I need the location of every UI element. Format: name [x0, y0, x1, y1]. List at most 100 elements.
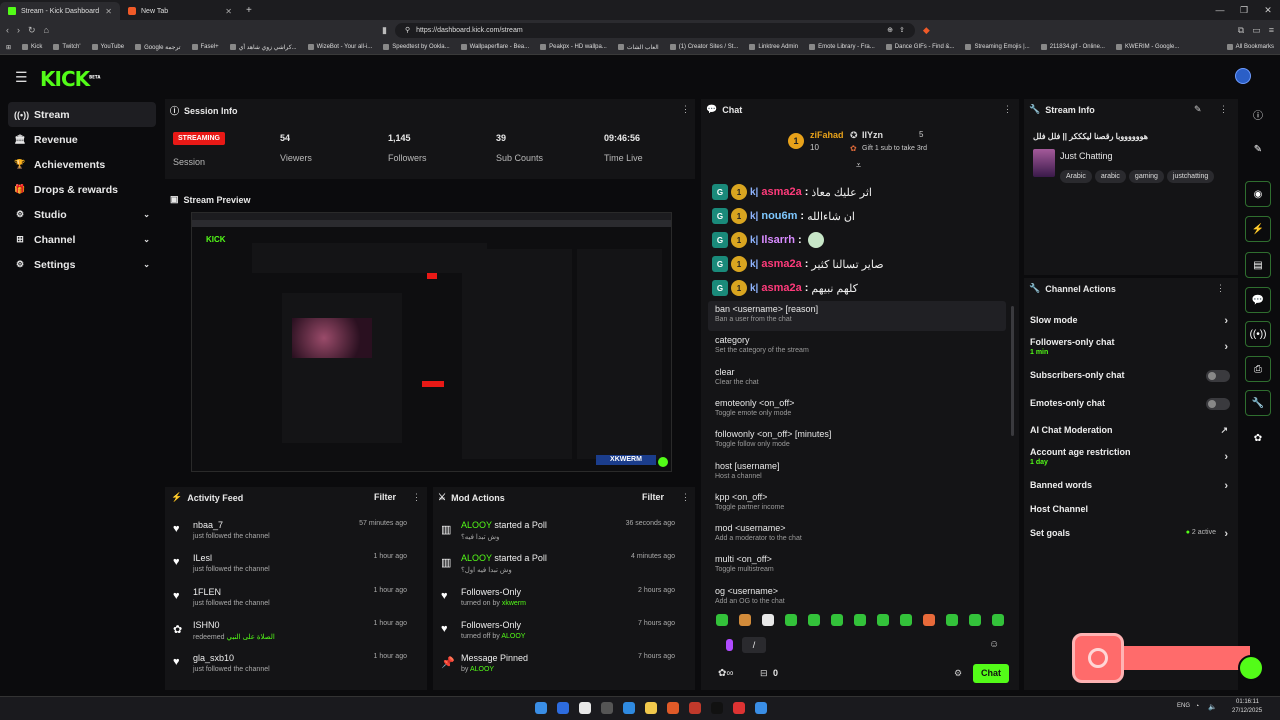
activity-username[interactable]: nbaa_7 — [193, 520, 223, 530]
obs-icon[interactable] — [711, 702, 723, 714]
chat-icon[interactable]: 💬 — [1245, 287, 1271, 313]
bookmark-item[interactable]: YouTube — [91, 44, 124, 50]
toggle-switch[interactable] — [1206, 398, 1230, 410]
channel-action-followers-only-chat[interactable]: Followers-only chat 1 min › — [1030, 337, 1230, 361]
gift-box-icon[interactable]: ⊟ — [760, 668, 768, 679]
close-tab-icon[interactable]: ✕ — [225, 7, 232, 16]
chat-message[interactable]: G 1 k| asma2a: اثر عليك معاذ — [712, 181, 872, 203]
clock-date[interactable]: 27/12/2025 — [1232, 708, 1262, 714]
sidebar-item-stream[interactable]: ((•)) Stream — [8, 102, 156, 127]
emote-shortcut[interactable] — [785, 614, 797, 626]
chat-username[interactable]: asma2a — [761, 258, 801, 270]
chat-username[interactable]: asma2a — [761, 282, 801, 294]
url-field[interactable]: ⚲ https://dashboard.kick.com/stream ⊕ ⇪ — [394, 22, 915, 38]
file-icon[interactable] — [601, 702, 613, 714]
group-icon[interactable]: ✿ — [1245, 425, 1271, 451]
bookmark-item[interactable]: Emote Library - Fra... — [809, 44, 875, 50]
mod-username[interactable]: ALOOY — [461, 553, 492, 563]
bookmark-item[interactable]: Google ترجمة — [135, 44, 181, 51]
maximize-icon[interactable]: ❐ — [1232, 0, 1256, 20]
wifi-icon[interactable]: ◔ — [1195, 703, 1199, 710]
search-icon[interactable] — [557, 702, 569, 714]
command-suggestion[interactable]: emoteonly <on_off> Toggle emote only mode — [708, 395, 1006, 426]
chevron-right-icon[interactable]: › — [1224, 315, 1228, 327]
channel-action-ai-chat-moderation[interactable]: AI Chat Moderation ↗ — [1030, 425, 1230, 439]
home-icon[interactable]: ⌂ — [44, 25, 49, 35]
mod-action-item[interactable]: 📌 Message Pinned by ALOOY 7 hours ago — [433, 651, 683, 684]
activity-item[interactable]: ♥ 1FLEN just followed the channel 1 hour ag… — [165, 585, 415, 618]
emote-shortcut[interactable] — [854, 614, 866, 626]
site-info-icon[interactable]: ⚲ — [405, 26, 410, 34]
mod-menu-icon[interactable]: ⋮ — [681, 492, 690, 503]
brave-icon[interactable] — [667, 702, 679, 714]
apps-icon[interactable]: ⊞ — [6, 44, 11, 51]
channel-actions-menu-icon[interactable]: ⋮ — [1216, 283, 1225, 294]
task-view-icon[interactable] — [579, 702, 591, 714]
printer-icon[interactable]: ⎙ — [1245, 356, 1271, 382]
chat-username[interactable]: nou6m — [761, 210, 797, 222]
activity-username[interactable]: 1FLEN — [193, 587, 221, 597]
channel-action-host-channel[interactable]: Host Channel — [1030, 504, 1230, 518]
stream-tag[interactable]: justchatting — [1166, 170, 1215, 183]
mod-username[interactable]: ALOOY — [470, 666, 494, 673]
volume-icon[interactable]: 🔈 — [1208, 703, 1217, 711]
bookmark-item[interactable]: Wallpaperflare - Bea... — [460, 44, 529, 50]
chat-message[interactable]: G 1 k| Ilsarrh: — [712, 229, 824, 251]
stream-tag[interactable]: gaming — [1128, 170, 1164, 183]
activity-item[interactable]: ♥ gla_sxb10 just followed the channel 1 hou… — [165, 651, 415, 684]
chevron-down-icon[interactable]: ⌄ — [143, 210, 150, 219]
chevron-down-icon[interactable]: ⌄ — [143, 260, 150, 269]
category-name[interactable]: Just Chatting — [1060, 151, 1113, 161]
mod-action-item[interactable]: ♥ Followers-Only turned on by xkwerm 2 hour… — [433, 585, 683, 618]
mod-action-item[interactable]: ▥ ALOOY started a Poll وش تبدا فيه؟ 36 seco… — [433, 518, 683, 551]
browser-tab-new[interactable]: New Tab ✕ — [120, 2, 240, 20]
chat-username[interactable]: Ilsarrh — [761, 234, 795, 246]
sidebar-item-revenue[interactable]: 🏛 Revenue — [8, 127, 156, 152]
command-suggestion[interactable]: og <username> Add an OG to the chat — [708, 583, 1006, 614]
mod-username[interactable]: xkwerm — [502, 600, 526, 607]
command-suggestion[interactable]: ban <username> [reason] Ban a user from t… — [708, 301, 1006, 332]
emote-shortcut[interactable] — [969, 614, 981, 626]
command-suggestion[interactable]: clear Clear the chat — [708, 364, 1006, 395]
bookmark-item[interactable]: Twitch' — [53, 44, 81, 50]
info-icon[interactable]: ⓘ — [1245, 101, 1271, 127]
command-suggestion[interactable]: followonly <on_off> [minutes] Toggle foll… — [708, 426, 1006, 457]
command-scrollbar[interactable] — [1011, 306, 1014, 436]
emote-shortcut[interactable] — [831, 614, 843, 626]
send-chat-button[interactable]: Chat — [973, 664, 1009, 683]
bookmark-item[interactable]: KWERIM - Google... — [1115, 44, 1179, 50]
collapse-leaderboard-icon[interactable]: ⩡ — [856, 160, 861, 171]
brave-shield-icon[interactable]: ◆ — [923, 25, 930, 36]
stream-info-menu-icon[interactable]: ⋮ — [1219, 104, 1228, 115]
activity-username[interactable]: ISHN0 — [193, 620, 220, 630]
mod-action-item[interactable]: ♥ Followers-Only turned off by ALOOY 7 hour… — [433, 618, 683, 651]
edge-icon[interactable] — [623, 702, 635, 714]
emote-shortcut[interactable] — [946, 614, 958, 626]
edit-icon[interactable]: ✎ — [1245, 136, 1271, 162]
chat-settings-icon[interactable]: ⚙ — [954, 668, 962, 679]
forward-icon[interactable]: › — [17, 25, 20, 35]
session-menu-icon[interactable]: ⋮ — [681, 104, 690, 115]
activity-item[interactable]: ♥ nbaa_7 just followed the channel 57 minut… — [165, 518, 415, 551]
bookmark-item[interactable]: (1) Creator Sites / St... — [669, 44, 738, 50]
app-icon[interactable] — [733, 702, 745, 714]
mod-filter-button[interactable]: Filter — [642, 492, 664, 502]
command-suggestion[interactable]: mod <username> Add a moderator to the cha… — [708, 520, 1006, 551]
emote-shortcut[interactable] — [808, 614, 820, 626]
bookmark-item[interactable]: العاب الشات — [617, 44, 659, 51]
emote-shortcut[interactable] — [900, 614, 912, 626]
folder-icon[interactable] — [645, 702, 657, 714]
wallet-icon[interactable]: ▭ — [1252, 25, 1261, 36]
edit-icon[interactable]: ✎ — [1194, 104, 1202, 115]
external-link-icon[interactable]: ↗ — [1220, 425, 1228, 436]
bookmark-item[interactable]: 211834.gif - Online... — [1040, 44, 1105, 50]
command-suggestion[interactable]: kpp <on_off> Toggle partner income — [708, 489, 1006, 520]
chevron-down-icon[interactable]: ⌄ — [143, 235, 150, 244]
bookmark-item[interactable]: Speedtest by Ookla... — [383, 44, 450, 50]
sidebar-item-studio[interactable]: ⚙ Studio ⌄ — [8, 202, 156, 227]
bookmark-item[interactable]: All Bookmarks — [1226, 44, 1274, 50]
sidebar-item-settings[interactable]: ⚙ Settings ⌄ — [8, 252, 156, 277]
menu-icon[interactable]: ≡ — [1269, 25, 1274, 35]
bookmark-item[interactable]: Kick — [22, 44, 42, 50]
bookmark-item[interactable]: Linktree Admin — [749, 44, 798, 50]
